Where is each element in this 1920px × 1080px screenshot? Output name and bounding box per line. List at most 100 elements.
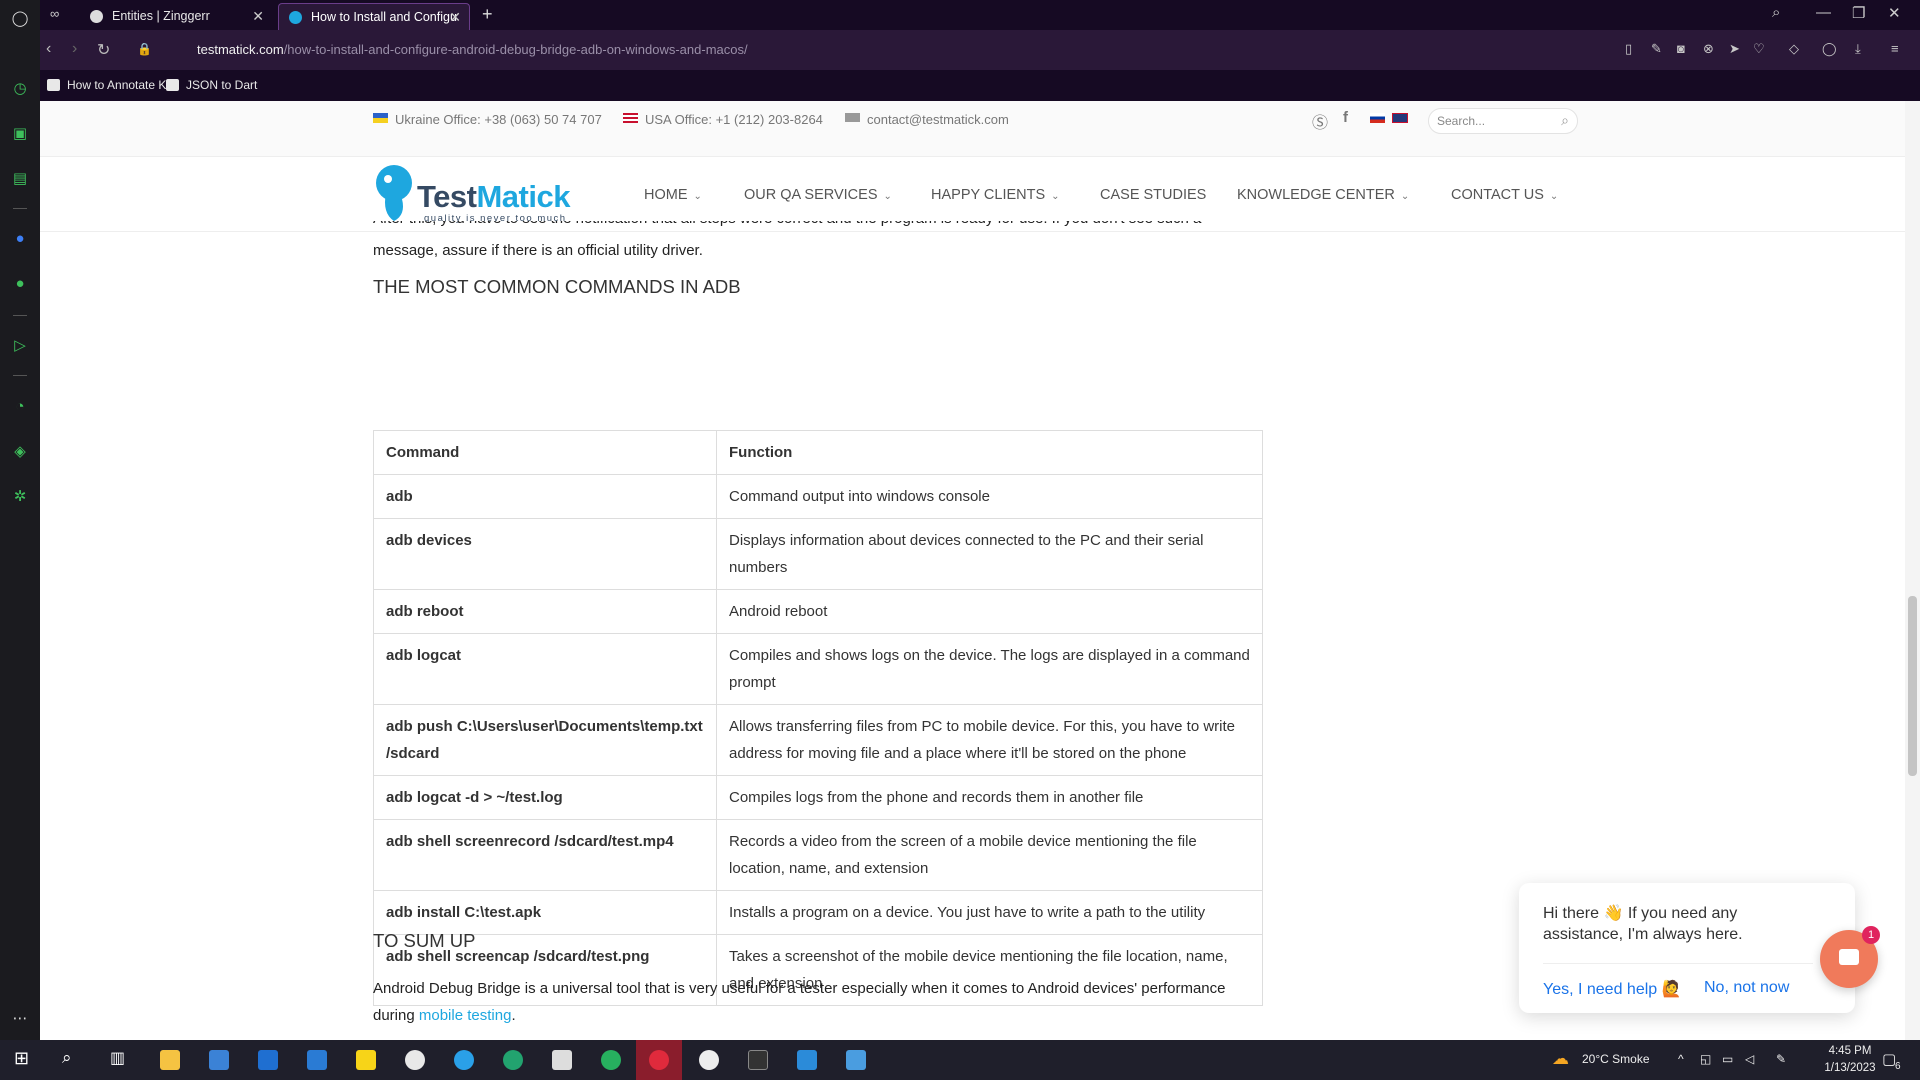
bookmark-annotate[interactable]: How to Annotate K... [47,78,176,92]
command-cell: adb logcat [373,633,717,705]
opera-icon [649,1050,669,1070]
clock[interactable]: 4:45 PM 1/13/2023 [1818,1043,1882,1077]
mail-icon[interactable] [258,1050,278,1070]
close-icon[interactable]: ✕ [252,3,264,30]
uk-flag-icon[interactable] [1392,113,1408,123]
close-icon[interactable]: ✕ [449,4,461,30]
chrome-icon[interactable] [405,1050,425,1070]
tab-title: How to Install and Configu [311,10,457,24]
forward-icon[interactable]: › [72,40,77,58]
page-scrollbar[interactable] [1905,101,1920,1040]
settings-icon[interactable]: ✲ [11,488,29,506]
close-window-icon[interactable]: ✕ [1888,4,1901,22]
network-icon[interactable]: ▭ [1722,1052,1733,1066]
send-icon[interactable]: ➤ [1729,41,1740,57]
menu-contact-us[interactable]: CONTACT US ⌄ [1451,187,1558,203]
whatsapp-icon[interactable]: ● [11,275,29,293]
new-tab-icon[interactable]: + [482,4,493,25]
ukraine-office: Ukraine Office: +38 (063) 50 74 707 [373,112,602,127]
windows-start-icon[interactable]: ⊞ [14,1048,34,1068]
testmatick-logo[interactable]: TestMatick quality is never too much [372,161,582,225]
menu-home[interactable]: HOME ⌄ [644,187,702,203]
russian-flag-icon[interactable] [1370,113,1385,123]
app-bird-icon[interactable] [454,1050,474,1070]
chevron-down-icon: ⌄ [883,191,892,202]
adblock-icon[interactable]: ⊗ [1703,41,1714,57]
minimize-icon[interactable]: — [1816,4,1831,21]
table-row: adb install C:\test.apk Installs a progra… [373,890,1263,935]
header-command: Command [373,430,717,475]
weather-text[interactable]: 20°C Smoke [1582,1052,1650,1066]
menu-case-studies[interactable]: CASE STUDIES [1100,187,1206,203]
app-icon[interactable] [307,1050,327,1070]
address-bar: ‹ › ↻ 🔒 testmatick.com/how-to-install-an… [40,30,1920,70]
twitch-icon[interactable]: ▤ [11,170,29,188]
table-row: adb push C:\Users\user\Documents\temp.tx… [373,704,1263,776]
tray-app-icon[interactable]: ◱ [1700,1052,1711,1066]
facebook-icon[interactable]: f [1343,109,1348,126]
url-field[interactable]: testmatick.com/how-to-install-and-config… [197,42,748,57]
menu-icon[interactable]: ≡ [1891,41,1899,56]
restore-icon[interactable]: ❐ [1852,4,1865,22]
sticky-notes-icon[interactable] [356,1050,376,1070]
profile-icon[interactable]: ◯ [1822,41,1837,57]
opera-logo-icon[interactable]: ◯ [11,10,29,28]
cube-icon[interactable]: ◇ [1789,41,1799,57]
back-icon[interactable]: ‹ [46,40,51,58]
search-tabs-icon[interactable]: ⌕ [1772,4,1780,21]
function-cell: Records a video from the screen of a mob… [716,819,1263,891]
reload-icon[interactable]: ↻ [97,40,110,60]
email-contact[interactable]: contact@testmatick.com [845,112,1009,127]
edge-icon[interactable] [503,1050,523,1070]
table-row: adb logcat -d > ~/test.log Compiles logs … [373,775,1263,820]
more-icon[interactable]: ⋯ [11,1010,29,1028]
paragraph-summary: Android Debug Bridge is a universal tool… [373,975,1263,1029]
scroll-thumb[interactable] [1908,596,1917,776]
volume-icon[interactable]: ◁ [1745,1052,1754,1066]
messenger-icon[interactable]: ● [11,230,29,248]
edit-icon[interactable]: ✎ [1651,41,1662,57]
search-icon[interactable]: ⌕ [1561,112,1569,129]
heart-icon[interactable]: ♡ [1753,41,1765,57]
tray-chevron-icon[interactable]: ^ [1678,1052,1684,1066]
tab-menu-icon[interactable]: ∞ [50,6,59,21]
menu-knowledge-center[interactable]: KNOWLEDGE CENTER ⌄ [1237,187,1409,203]
reader-icon[interactable]: ▯ [1625,41,1632,57]
download-icon[interactable]: ⤓ [1855,41,1861,57]
unity-icon[interactable] [552,1050,572,1070]
camera-icon[interactable]: ◙ [1677,41,1685,56]
usa-office: USA Office: +1 (212) 203-8264 [623,112,823,127]
favicon-icon [90,10,103,23]
store-icon[interactable] [209,1050,229,1070]
bookmark-json-to-dart[interactable]: JSON to Dart [166,78,257,92]
opera-taskbar-active[interactable] [636,1040,682,1080]
mobile-testing-link[interactable]: mobile testing [419,1007,512,1024]
menu-qa-services[interactable]: OUR QA SERVICES ⌄ [744,187,892,203]
chat-yes-button[interactable]: Yes, I need help 🙋 [1543,979,1682,999]
menu-label: KNOWLEDGE CENTER [1237,187,1395,203]
task-view-icon[interactable]: ▥ [110,1048,130,1068]
search-icon[interactable]: ⌕ [62,1048,82,1068]
tab-testmatick[interactable]: How to Install and Configu ✕ [278,3,470,30]
skype-icon[interactable]: Ⓢ [1312,109,1328,133]
menu-label: HOME [644,187,688,203]
tab-entities-zinggerr[interactable]: Entities | Zinggerr ✕ [80,3,272,30]
app-circle-icon[interactable] [699,1050,719,1070]
table-row: adb shell screenrecord /sdcard/test.mp4 R… [373,819,1263,891]
pen-icon[interactable]: ✎ [1776,1052,1786,1066]
history-icon[interactable]: ◔ [11,398,29,416]
shopping-icon[interactable]: ▣ [11,125,29,143]
vscode-icon[interactable] [797,1050,817,1070]
photos-icon[interactable] [846,1050,866,1070]
menu-happy-clients[interactable]: HAPPY CLIENTS ⌄ [931,187,1060,203]
speed-dial-icon[interactable]: ◷ [11,80,29,98]
terminal-icon[interactable] [748,1050,768,1070]
upwork-icon[interactable] [601,1050,621,1070]
search-input[interactable]: Search... ⌕ [1428,108,1578,134]
extensions-icon[interactable]: ◈ [11,443,29,461]
file-explorer-icon[interactable] [160,1050,180,1070]
player-icon[interactable]: ▷ [11,337,29,355]
command-cell: adb [373,474,717,519]
logo-wordmark: TestMatick [417,179,570,215]
chat-no-button[interactable]: No, not now [1704,979,1789,997]
